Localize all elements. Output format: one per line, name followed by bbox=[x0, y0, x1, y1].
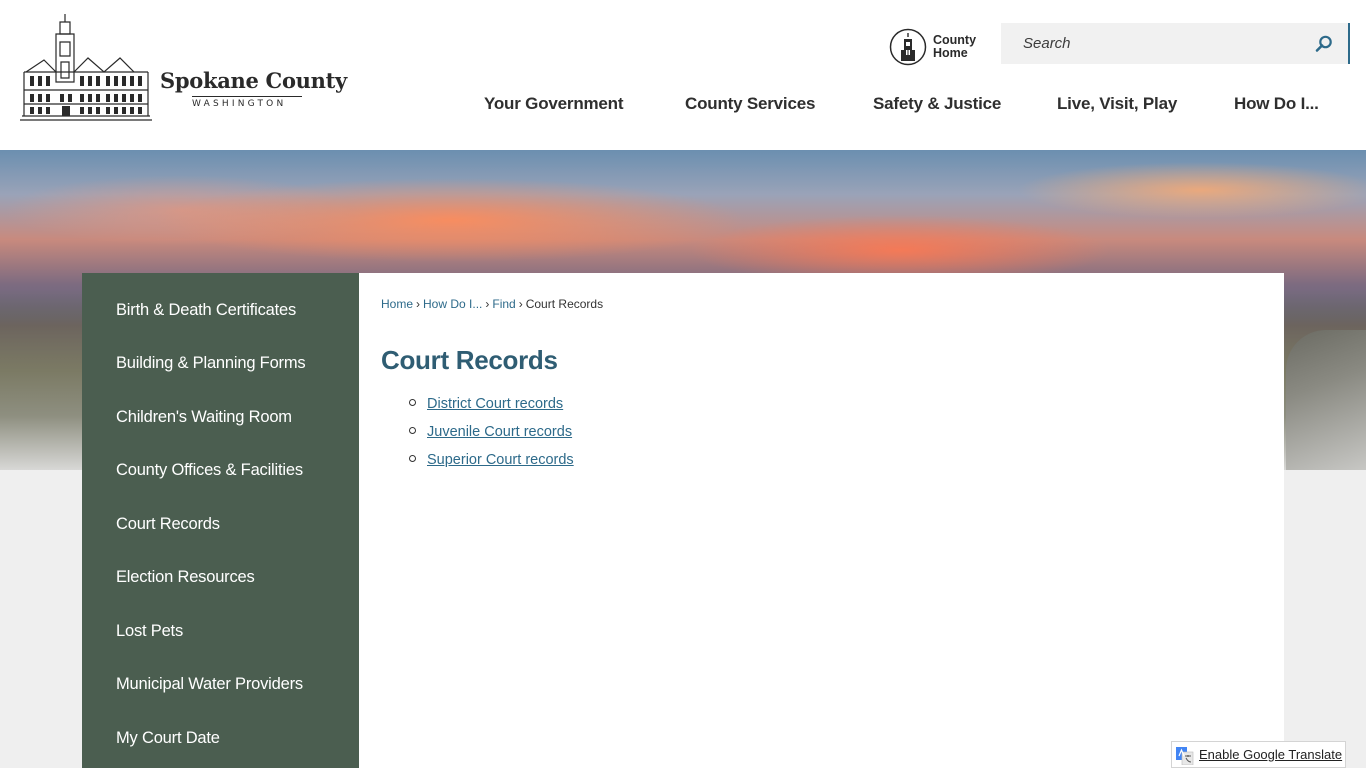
list-item: District Court records bbox=[409, 393, 574, 421]
bullet-icon bbox=[409, 455, 416, 462]
sidebar-item-court-records[interactable]: Court Records bbox=[116, 515, 220, 534]
breadcrumb: Home › How Do I... › Find › Court Records bbox=[381, 297, 603, 311]
nav-your-government[interactable]: Your Government bbox=[484, 94, 624, 114]
sidebar-item-childrens-waiting-room[interactable]: Children's Waiting Room bbox=[116, 408, 292, 427]
link-juvenile-court-records[interactable]: Juvenile Court records bbox=[427, 424, 572, 440]
link-superior-court-records[interactable]: Superior Court records bbox=[427, 452, 574, 468]
county-home-line2: Home bbox=[933, 46, 968, 60]
sidebar-item-municipal-water-providers[interactable]: Municipal Water Providers bbox=[116, 675, 303, 694]
nav-safety-justice[interactable]: Safety & Justice bbox=[873, 94, 1001, 114]
courthouse-icon bbox=[20, 14, 152, 121]
nav-live-visit-play[interactable]: Live, Visit, Play bbox=[1057, 94, 1177, 114]
logo-name: Spokane County bbox=[160, 68, 347, 93]
breadcrumb-separator: › bbox=[485, 297, 490, 311]
breadcrumb-find[interactable]: Find bbox=[492, 297, 515, 311]
breadcrumb-separator: › bbox=[416, 297, 421, 311]
nav-how-do-i[interactable]: How Do I... bbox=[1234, 94, 1319, 114]
courthouse-tower-icon bbox=[889, 28, 927, 66]
sidebar-item-my-court-date[interactable]: My Court Date bbox=[116, 729, 220, 748]
county-home-label: County Home bbox=[933, 34, 993, 60]
google-translate-icon bbox=[1176, 747, 1194, 765]
sidebar-item-birth-death-certificates[interactable]: Birth & Death Certificates bbox=[116, 301, 296, 320]
hero-rock bbox=[1286, 330, 1366, 470]
sidebar-item-election-resources[interactable]: Election Resources bbox=[116, 568, 255, 587]
breadcrumb-separator: › bbox=[518, 297, 523, 311]
county-logo[interactable]: Spokane County WASHINGTON bbox=[16, 12, 347, 127]
bullet-icon bbox=[409, 399, 416, 406]
breadcrumb-home[interactable]: Home bbox=[381, 297, 413, 311]
nav-county-services[interactable]: County Services bbox=[685, 94, 815, 114]
site-header: Spokane County WASHINGTON County Home Yo… bbox=[0, 0, 1366, 150]
bullet-icon bbox=[409, 427, 416, 434]
list-item: Superior Court records bbox=[409, 449, 574, 477]
google-translate-button[interactable]: Enable Google Translate bbox=[1171, 741, 1346, 768]
sidebar-item-lost-pets[interactable]: Lost Pets bbox=[116, 622, 183, 641]
logo-subtitle: WASHINGTON bbox=[192, 99, 287, 109]
logo-divider bbox=[192, 96, 302, 97]
breadcrumb-how-do-i[interactable]: How Do I... bbox=[423, 297, 482, 311]
breadcrumb-current: Court Records bbox=[525, 297, 604, 311]
link-district-court-records[interactable]: District Court records bbox=[427, 396, 563, 412]
sidebar-nav: Birth & Death Certificates Building & Pl… bbox=[82, 273, 359, 768]
google-translate-label: Enable Google Translate bbox=[1199, 747, 1343, 762]
sidebar-item-county-offices-facilities[interactable]: County Offices & Facilities bbox=[116, 461, 303, 480]
page-title: Court Records bbox=[381, 345, 558, 375]
search-input[interactable] bbox=[1001, 23, 1301, 64]
list-item: Juvenile Court records bbox=[409, 421, 574, 449]
sidebar-item-building-planning-forms[interactable]: Building & Planning Forms bbox=[116, 354, 306, 373]
court-records-list: District Court records Juvenile Court re… bbox=[409, 393, 574, 477]
search-box bbox=[1001, 23, 1350, 64]
main-nav: Your Government County Services Safety &… bbox=[450, 94, 1366, 130]
county-home-link[interactable]: County Home bbox=[889, 28, 989, 68]
main-content: Home › How Do I... › Find › Court Records Cour… bbox=[359, 273, 1284, 768]
search-icon[interactable] bbox=[1314, 34, 1334, 54]
